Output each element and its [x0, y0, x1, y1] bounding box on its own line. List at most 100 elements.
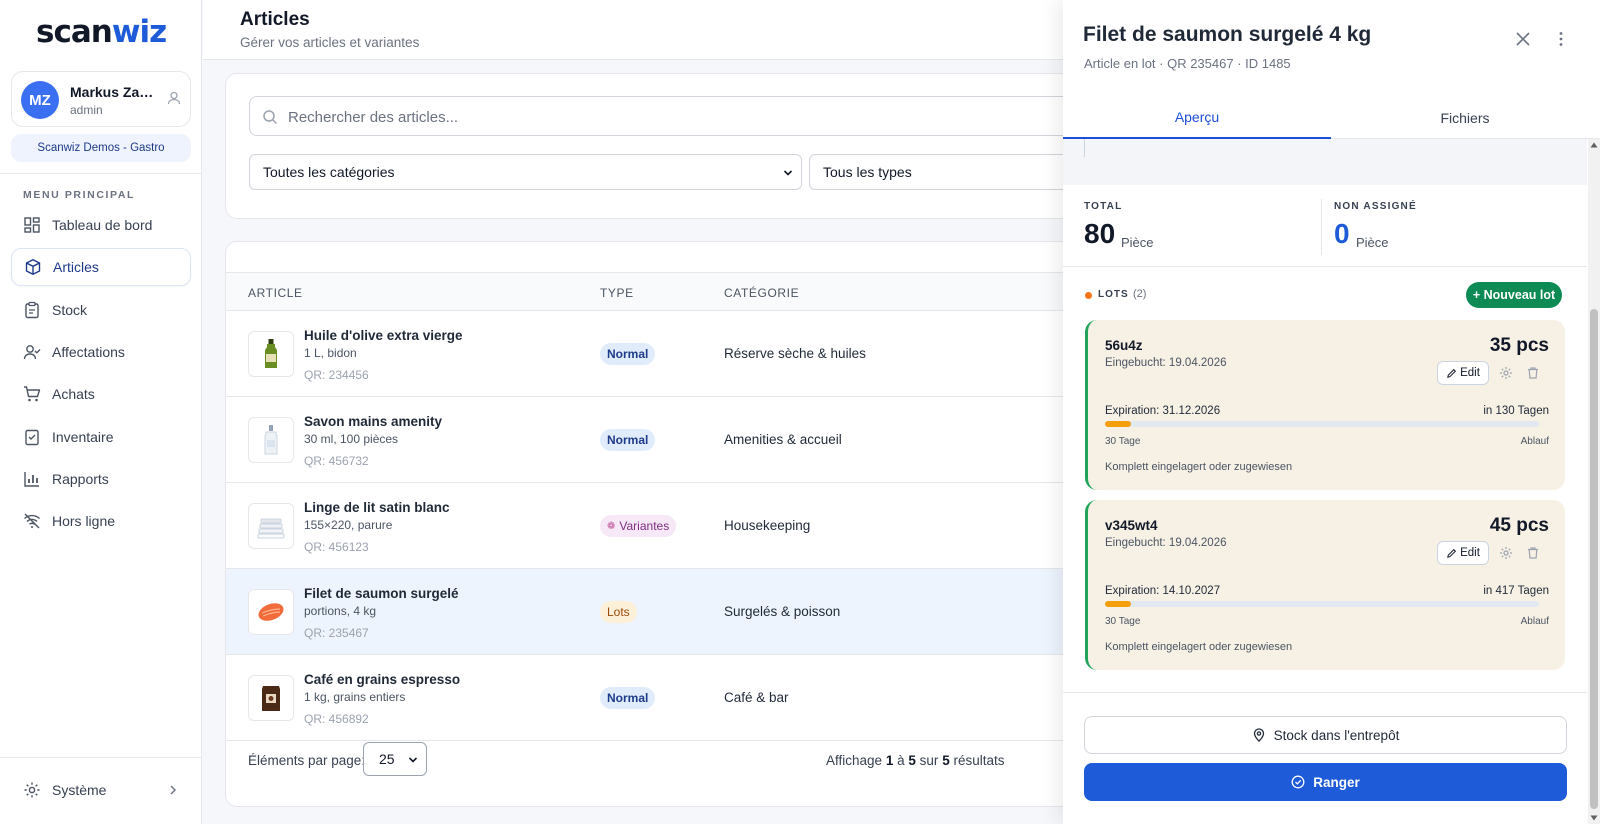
lot-edit-button[interactable]: Edit [1437, 541, 1489, 565]
category-select[interactable]: Toutes les catégories [249, 154, 802, 190]
lot-code: 56u4z [1105, 338, 1143, 353]
table-row[interactable]: Linge de lit satin blanc 155×220, parure… [226, 483, 1074, 569]
lot-days-left: in 130 Tagen [1483, 405, 1549, 417]
gear-icon[interactable] [1499, 546, 1513, 560]
article-category: Housekeeping [724, 518, 811, 533]
search-input[interactable] [288, 105, 1048, 129]
more-vertical-icon[interactable] [1552, 30, 1570, 48]
table-row[interactable]: Café en grains espresso 1 kg, grains ent… [226, 655, 1074, 741]
sidebar-item-rapports[interactable]: Rapports [11, 460, 191, 498]
drawer-title: Filet de saumon surgelé 4 kg [1083, 23, 1372, 46]
app-logo[interactable]: scanwiz [36, 14, 167, 50]
sidebar-item-affectations[interactable]: Affectations [11, 333, 191, 371]
org-chip[interactable]: Scanwiz Demos - Gastro [11, 134, 191, 162]
trash-icon[interactable] [1526, 546, 1540, 560]
article-desc: 30 ml, 100 pièces [304, 432, 399, 446]
table-footer: Éléments par page: 25 Affichage 1 à 5 su… [226, 737, 1074, 806]
article-category: Réserve sèche & huiles [724, 346, 866, 361]
drawer-content: TOTAL 80 Pièce NON ASSIGNÉ 0 Pièce LOTS … [1063, 139, 1587, 692]
article-name: Huile d'olive extra vierge [304, 328, 463, 343]
lot-expiration: Expiration: 31.12.2026 [1105, 405, 1221, 417]
article-desc: 1 kg, grains entiers [304, 690, 406, 704]
type-badge: Normal [600, 343, 656, 365]
product-thumbnail [248, 417, 294, 463]
table-row[interactable]: Huile d'olive extra vierge 1 L, bidon QR… [226, 311, 1074, 397]
sidebar-item-dashboard[interactable]: Tableau de bord [11, 206, 191, 244]
salmon-fillet-icon [258, 603, 284, 621]
type-badge: Normal [600, 429, 656, 451]
stat-total-unit: Pièce [1121, 235, 1154, 250]
article-name: Savon mains amenity [304, 414, 443, 429]
progress-start-label: 30 Tage [1105, 436, 1141, 447]
type-badge: Normal [600, 687, 656, 709]
column-header-category[interactable]: CATÉGORIE [724, 286, 799, 300]
scroll-up-icon[interactable] [1590, 141, 1598, 149]
user-card[interactable]: MZ Markus Zau... admin [11, 71, 191, 127]
lot-card[interactable]: v345wt4 Eingebucht: 19.04.2026 45 pcs Ed… [1085, 500, 1565, 670]
expiry-progress-fill [1105, 421, 1132, 427]
stock-warehouse-button[interactable]: Stock dans l'entrepôt [1084, 716, 1567, 754]
chevron-right-icon [170, 785, 176, 795]
article-qr: QR: 456892 [304, 712, 369, 726]
type-badge: ❁ Variantes [600, 515, 677, 537]
type-select[interactable]: Tous les types [809, 154, 1079, 190]
lot-edit-button[interactable]: Edit [1437, 361, 1489, 385]
menu-heading: MENU PRINCIPAL [23, 189, 136, 201]
tab-apercu[interactable]: Aperçu [1063, 96, 1331, 139]
scroll-down-icon[interactable] [1590, 814, 1598, 822]
sidebar-item-label: Affectations [52, 344, 125, 360]
column-header-type[interactable]: TYPE [600, 286, 634, 300]
article-detail-drawer: Filet de saumon surgelé 4 kg Article en … [1063, 0, 1600, 824]
chevron-down-icon [408, 757, 418, 763]
article-name: Linge de lit satin blanc [304, 500, 450, 515]
scrollbar-thumb[interactable] [1590, 309, 1598, 809]
lot-card[interactable]: 56u4z Eingebucht: 19.04.2026 35 pcs Edit… [1085, 320, 1565, 490]
sidebar-item-inventaire[interactable]: Inventaire [11, 418, 191, 456]
check-circle-icon [1291, 775, 1305, 789]
clipboard-icon [25, 301, 39, 319]
search-icon [263, 110, 278, 125]
sidebar-item-systeme[interactable]: Système [11, 772, 191, 808]
soap-dispenser-icon [264, 425, 278, 455]
column-header-article[interactable]: ARTICLE [248, 286, 303, 300]
progress-start-label: 30 Tage [1105, 616, 1141, 627]
sidebar-item-label: Inventaire [52, 429, 114, 445]
lots-count: (2) [1133, 288, 1147, 300]
drawer-scrollbar[interactable] [1588, 139, 1600, 824]
tab-fichiers[interactable]: Fichiers [1331, 96, 1599, 139]
sidebar-item-hors-ligne[interactable]: Hors ligne [11, 502, 191, 540]
product-thumbnail [248, 675, 294, 721]
article-desc: portions, 4 kg [304, 604, 377, 618]
progress-end-label: Ablauf [1520, 616, 1549, 627]
close-icon[interactable] [1514, 30, 1532, 48]
stat-total-value: 80 [1084, 218, 1116, 249]
checklist-icon [25, 429, 39, 446]
search-box[interactable] [249, 96, 1089, 136]
expiry-progress-fill [1105, 601, 1132, 607]
gear-icon[interactable] [1499, 366, 1513, 380]
user-icon[interactable] [166, 90, 182, 106]
sidebar-item-label: Stock [52, 302, 88, 318]
bed-linen-icon [257, 518, 285, 539]
lot-status: Komplett eingelagert oder zugewiesen [1105, 461, 1293, 473]
sidebar-item-label: Articles [53, 259, 99, 275]
ranger-button[interactable]: Ranger [1084, 763, 1567, 801]
per-page-select[interactable]: 25 [363, 742, 427, 776]
product-thumbnail [248, 331, 294, 377]
type-badge: Lots [600, 601, 637, 623]
sidebar-item-achats[interactable]: Achats [11, 375, 191, 413]
article-qr: QR: 235467 [304, 626, 369, 640]
trash-icon[interactable] [1526, 366, 1540, 380]
sidebar-item-stock[interactable]: Stock [11, 291, 191, 329]
sidebar-item-label: Système [52, 782, 107, 798]
drawer-tabs: Aperçu Fichiers [1063, 96, 1600, 139]
coffee-bag-icon [262, 686, 280, 711]
lot-booked-date: Eingebucht: 19.04.2026 [1105, 357, 1227, 369]
table-row[interactable]: Savon mains amenity 30 ml, 100 pièces QR… [226, 397, 1074, 483]
article-category: Café & bar [724, 690, 789, 705]
sidebar-item-articles[interactable]: Articles [11, 248, 191, 286]
table-row[interactable]: Filet de saumon surgelé portions, 4 kg Q… [226, 569, 1074, 655]
articles-table: ARTICLE TYPE CATÉGORIE Huile d'olive ext… [225, 241, 1075, 807]
gear-icon [24, 782, 40, 798]
new-lot-button[interactable]: + Nouveau lot [1466, 282, 1562, 308]
